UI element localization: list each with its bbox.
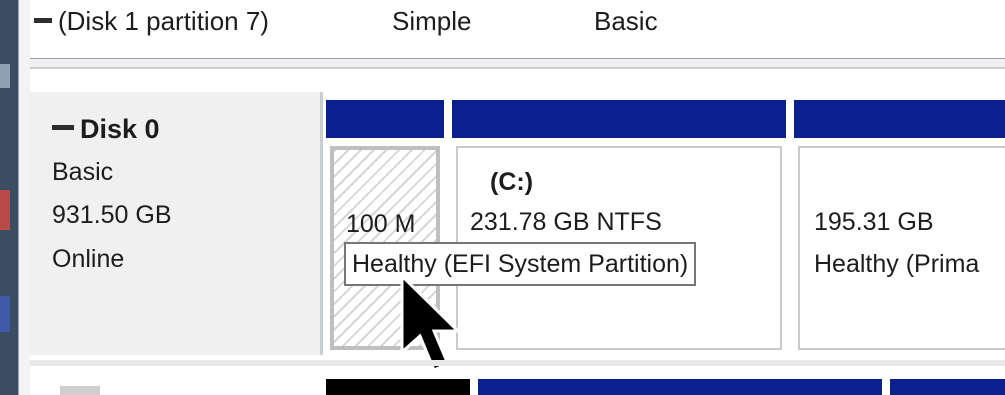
disk-title: Disk 0 (52, 114, 160, 145)
partition-size: 195.31 GB (814, 208, 934, 236)
disk-separator (320, 92, 323, 355)
disk-info-panel[interactable]: Disk 0 Basic 931.50 GB Online (30, 92, 320, 355)
partition-status: Healthy (Prima (814, 250, 980, 278)
screen: (Disk 1 partition 7) Simple Basic Disk 0… (0, 0, 1005, 395)
disk-kind: Basic (52, 158, 114, 186)
volume-icon (34, 17, 52, 23)
disk-size: 931.50 GB (52, 201, 172, 229)
mouse-cursor-icon (400, 274, 462, 372)
tooltip: Healthy (EFI System Partition) (344, 242, 697, 286)
partition-bar-next (890, 379, 1005, 395)
edge-icon (0, 64, 10, 88)
edge-icon (0, 296, 10, 332)
edge-icon (0, 190, 10, 230)
volume-fs-cell: Basic (594, 6, 658, 36)
partition-primary[interactable]: 195.31 GB Healthy (Prima (798, 146, 1005, 350)
partition-size: 100 M (346, 210, 416, 238)
volume-name: (Disk 1 partition 7) (58, 6, 269, 36)
desktop-edge (0, 0, 18, 395)
partition-size: 231.78 GB NTFS (470, 208, 662, 236)
disk-row-separator (30, 360, 1005, 366)
partition-bar-efi (326, 100, 444, 138)
disk-icon (52, 125, 74, 131)
disk-icon (60, 386, 100, 395)
partition-bar-c (452, 100, 786, 138)
partition-bar-unallocated (326, 379, 470, 395)
volume-type-cell: Simple (392, 6, 472, 36)
volume-list-row[interactable]: (Disk 1 partition 7) Simple Basic (30, 0, 1005, 55)
partition-bar-primary (794, 100, 1005, 138)
disk-name: Disk 0 (80, 114, 160, 144)
partition-bar-next (478, 379, 882, 395)
pane-splitter[interactable] (30, 59, 1005, 67)
disk-status: Online (52, 245, 125, 273)
volume-layout-cell: (Disk 1 partition 7) (34, 6, 269, 37)
partition-name: (C:) (490, 168, 534, 196)
